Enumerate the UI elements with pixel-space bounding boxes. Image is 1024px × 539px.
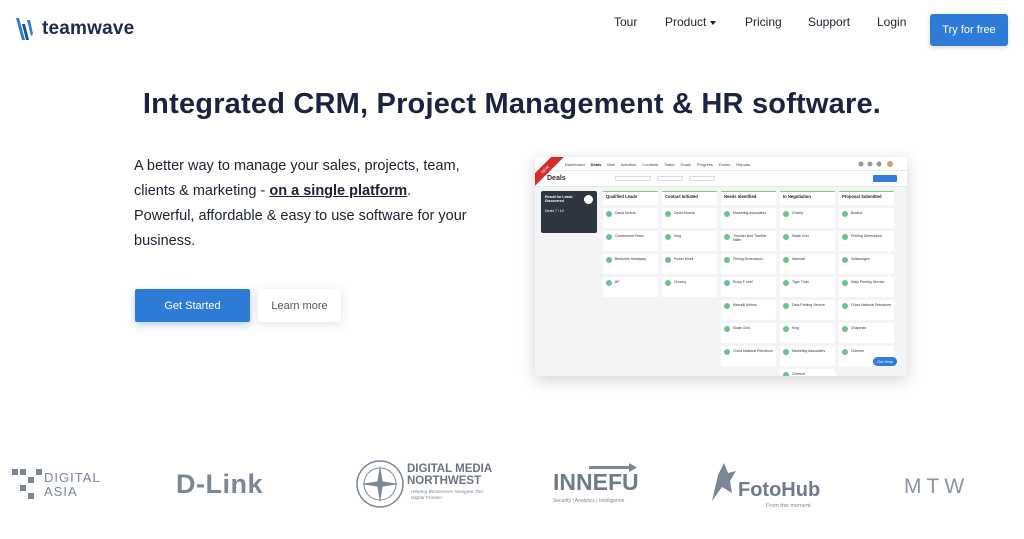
fotohub-bird-icon (712, 463, 736, 501)
deal-card: Bostrot (839, 208, 894, 228)
fotohub-logo: FotoHub From this moment (708, 461, 838, 513)
app-preview-title: Deals (547, 175, 566, 182)
deal-column-header: Proposal Submitted (839, 191, 894, 205)
deal-column-header: Qualified Leads (603, 191, 658, 205)
app-preview-nav-item: Activities (620, 162, 637, 167)
app-preview-nav-item: Progress (696, 162, 713, 167)
dm-tagline: Helping Businesses Navigate The Digital … (411, 490, 483, 501)
deal-column-header: Needs Identified (721, 191, 776, 205)
deal-column: Needs Identified Marketing Associates Thun… (721, 191, 776, 376)
nav-product-menu[interactable]: Product (665, 15, 717, 29)
innefu-tagline: Security | Analytics | Intelligence (553, 498, 625, 504)
deal-card: China National Petroleum (839, 300, 894, 320)
tags-select (689, 176, 715, 181)
deal-card: Berkshire Holdaway (603, 254, 658, 274)
deal-column-header: Contact Initiated (662, 191, 717, 205)
teamwave-logo-icon (14, 16, 36, 42)
fotohub-tagline: From this moment (766, 503, 811, 509)
deal-card: Chennel (780, 369, 835, 376)
deal-card: Power Mobil (662, 254, 717, 274)
deal-card: Marketing Associates (780, 346, 835, 366)
app-preview-topbar: Dashboard Deals Mail Activities Contacts Task… (535, 157, 907, 171)
digital-asia-mark-icon (12, 469, 42, 499)
filter-select (657, 176, 683, 181)
nav-support-link[interactable]: Support (808, 15, 850, 29)
app-preview-nav-item: Reports (736, 162, 751, 167)
digital-media-northwest-logo: DIGITAL MEDIA NORTHWEST Helping Business… (355, 459, 495, 515)
deal-card: BP (603, 277, 658, 297)
app-preview-nav-item: Dashboard (565, 162, 585, 167)
teamwave-logo[interactable]: teamwave (14, 16, 134, 42)
get-help-button: Get Help (873, 357, 897, 366)
nav-tour-link[interactable]: Tour (614, 15, 637, 29)
app-preview-nav-item: Contacts (642, 162, 659, 167)
app-preview-toolbar-icons (858, 161, 893, 167)
deal-card: Commercial Press (603, 231, 658, 251)
deal-card: David Motors (662, 208, 717, 228)
chevron-down-icon (710, 20, 717, 25)
app-preview-nav-item: Mail (607, 162, 615, 167)
innefu-text: INNEFU (553, 469, 639, 495)
deal-card: Walmart (780, 254, 835, 274)
tooltip-line: Deals 7 / 10 (545, 209, 564, 213)
top-navigation: teamwave Tour Product Pricing Support Lo… (0, 0, 1024, 60)
deal-card: Chonny (662, 277, 717, 297)
app-preview-toolbar: Deals (535, 171, 907, 187)
app-preview-nav-item: Forms (718, 162, 731, 167)
mtw-logo: MTW (904, 475, 970, 498)
leads-tooltip: Result for Leads Discovered Deals 7 / 10 (541, 191, 597, 233)
pipeline-select (615, 176, 651, 181)
deal-card: Printing Dimensions (839, 231, 894, 251)
digital-asia-text: DIGITAL ASIA (44, 470, 101, 499)
fotohub-text: FotoHub (738, 479, 821, 501)
deal-card: Daily Printing Service (839, 277, 894, 297)
deal-card: King (780, 323, 835, 343)
deal-card: Volkswagen (839, 254, 894, 274)
deal-card: Data Printing Service (780, 300, 835, 320)
dm-line2: NORTHWEST (407, 475, 482, 487)
deal-card: King (662, 231, 717, 251)
compass-icon (356, 460, 404, 508)
deal-card: Pricing Dimensions (721, 254, 776, 274)
deal-column: Contact Initiated David Motors King Power M… (662, 191, 717, 376)
deal-card: Marketing Associates (721, 208, 776, 228)
brand-name: teamwave (42, 18, 135, 39)
dlink-logo: D-Link (176, 469, 263, 499)
deal-column: Proposal Submitted Bostrot Printing Dimens… (839, 191, 894, 376)
hero-headline: Integrated CRM, Project Management & HR … (142, 88, 882, 120)
deal-card: Skate Grid (780, 231, 835, 251)
get-started-button[interactable]: Get Started (135, 289, 250, 322)
deal-column: In Negotiation Champ Skate Grid Walmart Tige… (780, 191, 835, 376)
tooltip-title: Result for Leads Discovered (545, 195, 573, 203)
app-preview-nav-item: Tasks (664, 162, 675, 167)
deal-card: Skate Grid (721, 323, 776, 343)
app-preview-nav: Dashboard Deals Mail Activities Contacts Task… (565, 162, 750, 167)
learn-more-button[interactable]: Learn more (258, 289, 341, 322)
deal-card: Champ (780, 208, 835, 228)
deal-column: Qualified Leads David Motors Commercial Pr… (603, 191, 658, 376)
deal-card: Thunder And Trueline Miller (721, 231, 776, 251)
innefu-logo: INNEFU Security | Analytics | Intelligen… (553, 463, 643, 513)
try-for-free-button[interactable]: Try for free (930, 14, 1008, 46)
tooltip-circle-icon (584, 195, 593, 204)
deal-card: Chapman (839, 323, 894, 343)
nav-pricing-link[interactable]: Pricing (745, 15, 782, 29)
hero-description: A better way to manage your sales, proje… (134, 154, 474, 254)
app-preview-nav-item: Goals (680, 162, 691, 167)
deal-column-header: In Negotiation (780, 191, 835, 205)
single-platform-link[interactable]: on a single platform (269, 183, 407, 199)
app-preview-screenshot: Dashboard Deals Mail Activities Contacts Task… (535, 157, 907, 376)
deal-card: Marcelli Motors (721, 300, 776, 320)
deal-card: Tiger Trust (780, 277, 835, 297)
nav-product-label: Product (665, 15, 707, 29)
client-logos: DIGITAL ASIA D-Link DIGITAL MEDIA NORTHW… (0, 455, 1024, 515)
deal-card: China National Petroleum (721, 346, 776, 366)
dm-line1: DIGITAL MEDIA (407, 463, 493, 475)
nav-login-link[interactable]: Login (877, 15, 906, 29)
new-deal-button (873, 175, 897, 182)
deal-card: David Motors (603, 208, 658, 228)
deal-card: Rusty F shef (721, 277, 776, 297)
app-preview-nav-item: Deals (590, 162, 602, 167)
